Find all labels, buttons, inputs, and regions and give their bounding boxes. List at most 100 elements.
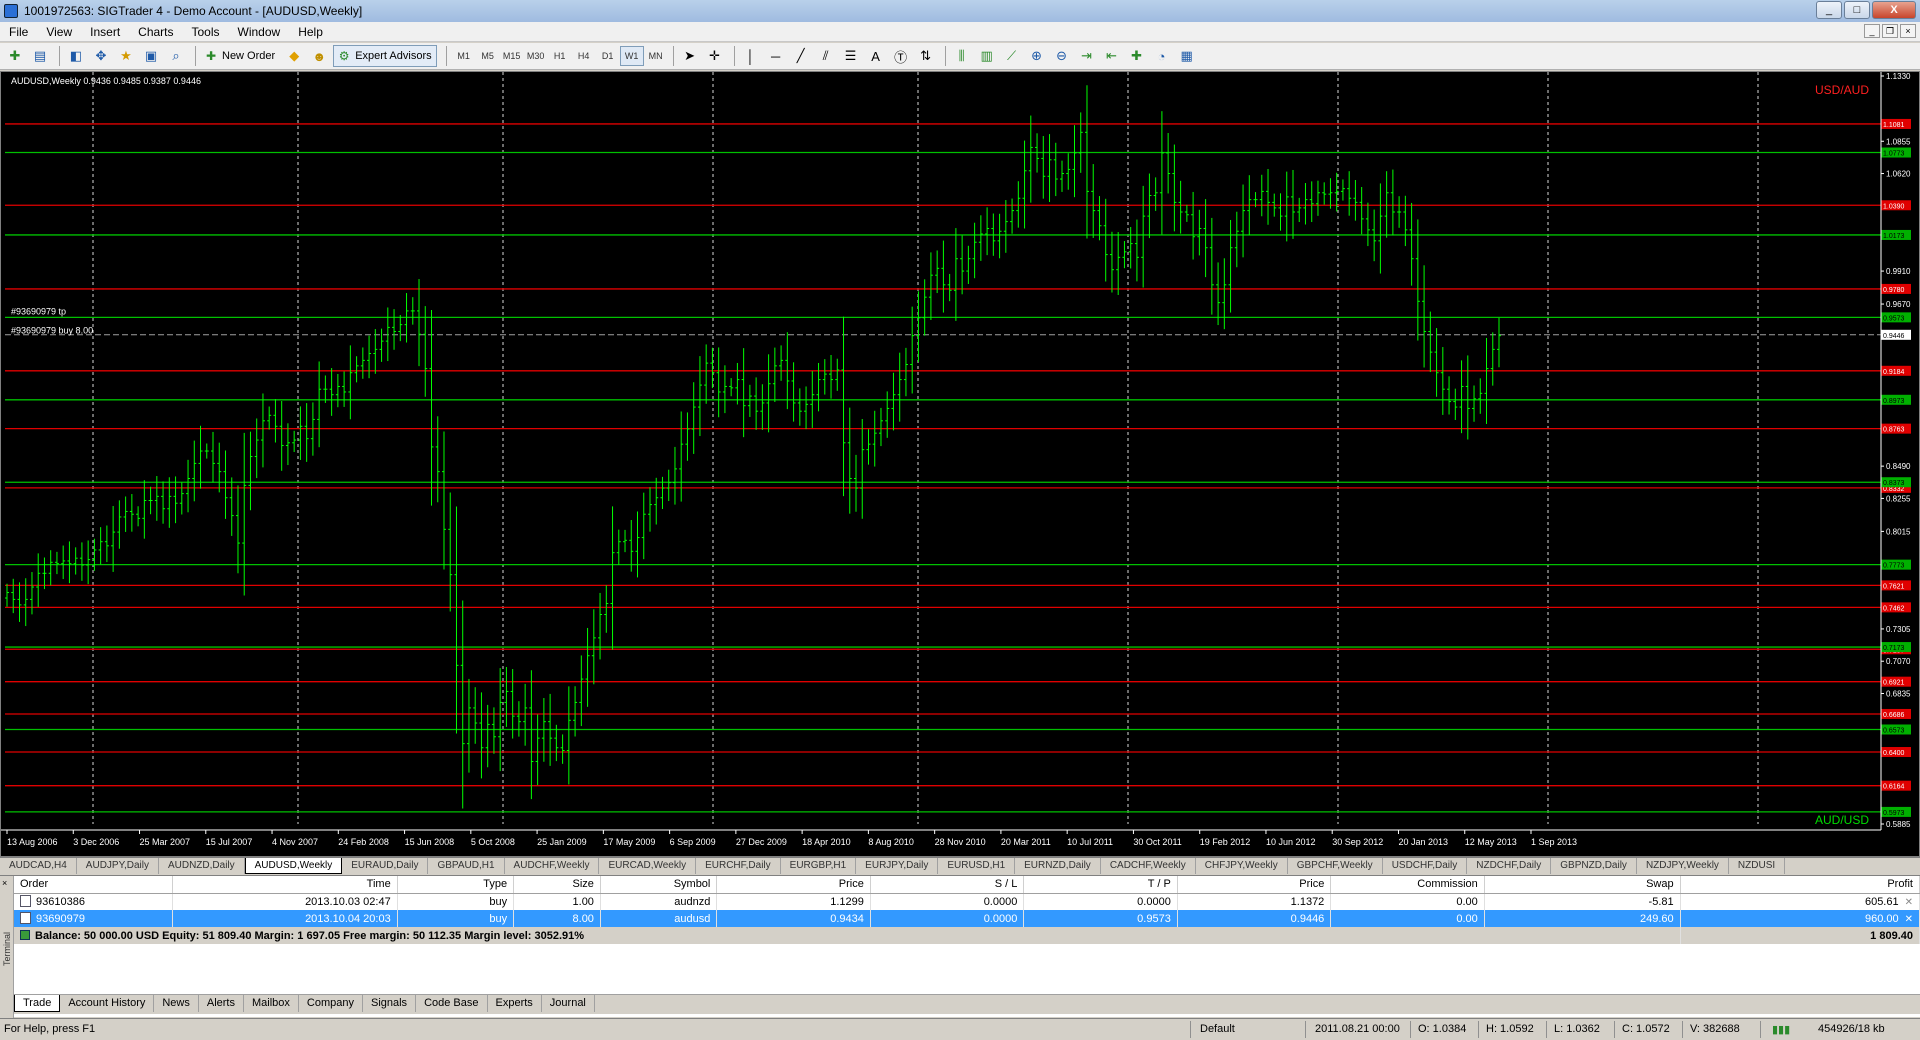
- chart-tab[interactable]: AUDJPY,Daily: [77, 858, 159, 874]
- menu-window[interactable]: Window: [229, 22, 290, 42]
- menu-help[interactable]: Help: [289, 22, 332, 42]
- navigator-icon[interactable]: ★: [115, 45, 137, 67]
- line-chart-icon[interactable]: ⟋: [1001, 45, 1023, 67]
- close-order-icon[interactable]: ✕: [1905, 914, 1913, 925]
- close-order-icon[interactable]: ✕: [1905, 897, 1913, 908]
- chart-window[interactable]: 1.1081 1.0390 0.9780 0.9184 0.8763 0.8332 0.76…: [0, 71, 1920, 857]
- terminal-icon[interactable]: ▣: [140, 45, 162, 67]
- fibonacci-icon[interactable]: ☰: [840, 45, 862, 67]
- timeframe-h1[interactable]: H1: [548, 46, 572, 66]
- chart-tab[interactable]: GBPNZD,Daily: [1551, 858, 1637, 874]
- chart-tab[interactable]: CHFJPY,Weekly: [1196, 858, 1288, 874]
- column-time[interactable]: Time: [172, 876, 398, 894]
- market-watch-icon[interactable]: ◧: [65, 45, 87, 67]
- chart-shift-icon[interactable]: ⇤: [1101, 45, 1123, 67]
- chart-tab[interactable]: EURNZD,Daily: [1015, 858, 1101, 874]
- timeframe-h4[interactable]: H4: [572, 46, 596, 66]
- vertical-line-icon[interactable]: │: [740, 45, 762, 67]
- autoscroll-icon[interactable]: ⇥: [1076, 45, 1098, 67]
- timeframe-m5[interactable]: M5: [476, 46, 500, 66]
- chart-tab[interactable]: USDCHF,Daily: [1383, 858, 1468, 874]
- table-row[interactable]: 93610386 2013.10.03 02:47 buy 1.00 audnz…: [14, 893, 1920, 910]
- mdi-close-button[interactable]: ×: [1900, 24, 1916, 38]
- chart-tab[interactable]: NZDJPY,Weekly: [1637, 858, 1729, 874]
- zoom-in-icon[interactable]: ⊕: [1026, 45, 1048, 67]
- timeframe-mn[interactable]: MN: [644, 46, 668, 66]
- maximize-button[interactable]: □: [1844, 1, 1870, 19]
- column-price[interactable]: Price: [716, 876, 871, 894]
- tab-alerts[interactable]: Alerts: [199, 995, 244, 1012]
- column-type[interactable]: Type: [397, 876, 515, 894]
- tab-company[interactable]: Company: [299, 995, 363, 1012]
- menu-charts[interactable]: Charts: [129, 22, 182, 42]
- templates-icon[interactable]: ▦: [1176, 45, 1198, 67]
- data-window-icon[interactable]: ✥: [90, 45, 112, 67]
- chart-tab[interactable]: EURCHF,Daily: [696, 858, 781, 874]
- chart-tab[interactable]: AUDCAD,H4: [0, 858, 77, 874]
- chart-tab[interactable]: NZDUSI: [1729, 858, 1786, 874]
- text-label-icon[interactable]: Ⓣ: [890, 45, 912, 67]
- new-order-button[interactable]: ✚ New Order: [201, 45, 279, 67]
- zoom-out-icon[interactable]: ⊖: [1051, 45, 1073, 67]
- indicators-icon[interactable]: ✚: [1126, 45, 1148, 67]
- minimize-button[interactable]: _: [1816, 1, 1842, 19]
- timeframe-w1[interactable]: W1: [619, 46, 644, 66]
- mdi-minimize-button[interactable]: _: [1864, 24, 1880, 38]
- chart-tab[interactable]: CADCHF,Weekly: [1101, 858, 1196, 874]
- chart-tab[interactable]: EURCAD,Weekly: [599, 858, 697, 874]
- column-order[interactable]: Order: [14, 876, 174, 894]
- menu-file[interactable]: File: [0, 22, 37, 42]
- close-button[interactable]: X: [1872, 1, 1916, 19]
- chart-tab[interactable]: EURGBP,H1: [781, 858, 857, 874]
- horizontal-line-icon[interactable]: ─: [765, 45, 787, 67]
- column-size[interactable]: Size: [513, 876, 601, 894]
- column-swap[interactable]: Swap: [1484, 876, 1681, 894]
- tab-trade[interactable]: Trade: [14, 995, 61, 1012]
- menu-tools[interactable]: Tools: [183, 22, 229, 42]
- tab-mailbox[interactable]: Mailbox: [244, 995, 299, 1012]
- arrows-icon[interactable]: ⇅: [915, 45, 937, 67]
- price-chart[interactable]: 1.10811.03900.97800.91840.87630.83320.76…: [1, 72, 1919, 856]
- terminal-close-icon[interactable]: ×: [2, 878, 7, 888]
- tab-news[interactable]: News: [154, 995, 199, 1012]
- chart-tab[interactable]: GBPCHF,Weekly: [1288, 858, 1383, 874]
- expert-advisors-button[interactable]: ⚙ Expert Advisors: [333, 45, 437, 67]
- chart-tab[interactable]: AUDNZD,Daily: [159, 858, 245, 874]
- column-tp[interactable]: T / P: [1023, 876, 1178, 894]
- timeframe-m1[interactable]: M1: [452, 46, 476, 66]
- column-symbol[interactable]: Symbol: [600, 876, 718, 894]
- metaeditor-icon[interactable]: ◆: [283, 45, 305, 67]
- column-profit[interactable]: Profit: [1680, 876, 1920, 894]
- text-icon[interactable]: A: [865, 45, 887, 67]
- column-commission[interactable]: Commission: [1330, 876, 1485, 894]
- chart-tab[interactable]: GBPAUD,H1: [428, 858, 505, 874]
- cursor-icon[interactable]: ➤: [679, 45, 701, 67]
- tab-account-history[interactable]: Account History: [60, 995, 155, 1012]
- chart-tab[interactable]: EURAUD,Daily: [342, 858, 429, 874]
- menu-view[interactable]: View: [37, 22, 81, 42]
- timeframe-d1[interactable]: D1: [596, 46, 620, 66]
- table-row[interactable]: 93690979 2013.10.04 20:03 buy 8.00 audus…: [14, 910, 1920, 927]
- tab-journal[interactable]: Journal: [542, 995, 595, 1012]
- chart-tab[interactable]: NZDCHF,Daily: [1467, 858, 1552, 874]
- column-sl[interactable]: S / L: [870, 876, 1025, 894]
- periods-icon[interactable]: ◔: [1151, 45, 1173, 67]
- profiles-icon[interactable]: ▤: [29, 45, 51, 67]
- channel-icon[interactable]: ⫽: [815, 45, 837, 67]
- autotrading-icon[interactable]: ☻: [308, 45, 330, 67]
- crosshair-icon[interactable]: ✛: [704, 45, 726, 67]
- trendline-icon[interactable]: ╱: [790, 45, 812, 67]
- chart-tab[interactable]: AUDCHF,Weekly: [505, 858, 600, 874]
- timeframe-m30[interactable]: M30: [524, 46, 548, 66]
- tab-code-base[interactable]: Code Base: [416, 995, 488, 1012]
- candlestick-icon[interactable]: ▥: [976, 45, 998, 67]
- new-chart-icon[interactable]: ✚: [4, 45, 26, 67]
- chart-tab[interactable]: EURUSD,H1: [938, 858, 1016, 874]
- timeframe-m15[interactable]: M15: [500, 46, 524, 66]
- strategy-tester-icon[interactable]: ⌕: [165, 45, 187, 67]
- bar-chart-icon[interactable]: ⫼: [951, 45, 973, 67]
- column-current-price[interactable]: Price: [1177, 876, 1332, 894]
- chart-tab[interactable]: AUDUSD,Weekly: [244, 858, 343, 874]
- tab-signals[interactable]: Signals: [363, 995, 417, 1012]
- tab-experts[interactable]: Experts: [488, 995, 542, 1012]
